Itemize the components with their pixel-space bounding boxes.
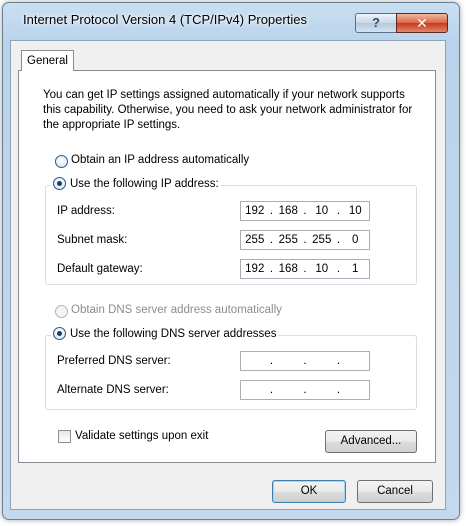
- use-following-dns-label[interactable]: Use the following DNS server addresses: [70, 328, 276, 340]
- obtain-ip-auto-radio[interactable]: [55, 155, 68, 168]
- subnet-mask-label: Subnet mask:: [57, 234, 128, 246]
- obtain-dns-auto-label[interactable]: Obtain DNS server address automatically: [71, 304, 282, 316]
- dns-group-legend: Use the following DNS server addresses: [51, 327, 279, 340]
- preferred-dns-input[interactable]: . . .: [240, 351, 370, 371]
- ip-octet: 255: [245, 234, 265, 246]
- obtain-ip-auto-label[interactable]: Obtain an IP address automatically: [71, 154, 249, 166]
- close-button[interactable]: ✕: [396, 13, 448, 33]
- ip-octet: 1: [352, 263, 359, 275]
- cancel-button-label: Cancel: [377, 485, 413, 497]
- cancel-button[interactable]: Cancel: [357, 480, 433, 503]
- use-following-ip-radio[interactable]: [53, 177, 66, 190]
- obtain-dns-auto-radio[interactable]: [55, 305, 68, 318]
- close-icon: ✕: [416, 15, 428, 31]
- default-gateway-label: Default gateway:: [57, 263, 143, 275]
- help-icon: ?: [372, 15, 380, 30]
- ip-octet: 10: [348, 205, 362, 217]
- octet-separator: .: [336, 355, 341, 367]
- octet-separator: .: [336, 384, 341, 396]
- ok-button[interactable]: OK: [272, 480, 346, 503]
- ip-octet: 255: [312, 234, 332, 246]
- ip-octet: 255: [278, 234, 298, 246]
- ip-octet: 168: [278, 205, 298, 217]
- ip-octet: 0: [352, 234, 359, 246]
- default-gateway-input[interactable]: 192. 168. 10. 1: [240, 259, 370, 279]
- ok-button-label: OK: [300, 485, 318, 497]
- advanced-button[interactable]: Advanced...: [325, 430, 417, 453]
- validate-settings-checkbox[interactable]: [58, 430, 71, 443]
- title-bar[interactable]: Internet Protocol Version 4 (TCP/IPv4) P…: [3, 3, 459, 37]
- ip-octet: 168: [278, 263, 298, 275]
- help-button[interactable]: ?: [355, 13, 397, 33]
- tab-general-label: General: [27, 55, 68, 67]
- ip-octet: 192: [245, 205, 265, 217]
- use-following-dns-radio[interactable]: [53, 327, 66, 340]
- tab-general[interactable]: General: [21, 50, 74, 71]
- description-text: You can get IP settings assigned automat…: [43, 89, 413, 131]
- ip-octet: 192: [245, 263, 265, 275]
- alternate-dns-label: Alternate DNS server:: [57, 384, 169, 396]
- subnet-mask-input[interactable]: 255. 255. 255. 0: [240, 230, 370, 250]
- octet-separator: .: [303, 384, 307, 396]
- ip-octet: 10: [315, 263, 329, 275]
- window-title: Internet Protocol Version 4 (TCP/IPv4) P…: [23, 12, 307, 27]
- validate-settings-label[interactable]: Validate settings upon exit: [75, 430, 208, 442]
- ip-octet: 10: [315, 205, 329, 217]
- octet-separator: .: [269, 355, 274, 367]
- preferred-dns-label: Preferred DNS server:: [57, 355, 171, 367]
- advanced-button-label: Advanced...: [340, 435, 402, 447]
- octet-separator: .: [269, 384, 274, 396]
- ip-address-label: IP address:: [57, 205, 115, 217]
- octet-separator: .: [303, 355, 307, 367]
- use-following-ip-label[interactable]: Use the following IP address:: [70, 178, 219, 190]
- ip-address-input[interactable]: 192. 168. 10. 10: [240, 201, 370, 221]
- alternate-dns-input[interactable]: . . .: [240, 380, 370, 400]
- ip-group-legend: Use the following IP address:: [51, 177, 221, 190]
